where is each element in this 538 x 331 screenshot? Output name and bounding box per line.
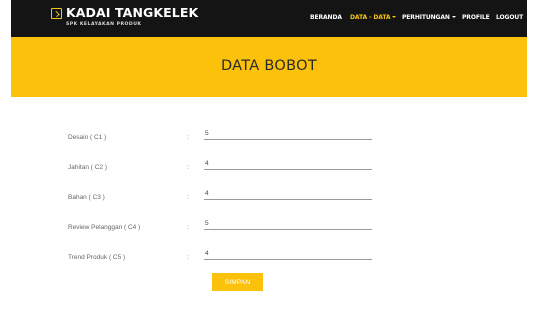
nav-perhitungan-label: PERHITUNGAN bbox=[402, 14, 450, 21]
nav-logout[interactable]: LOGOUT bbox=[496, 14, 523, 21]
nav-profile[interactable]: PROFILE bbox=[462, 14, 490, 21]
field-colon: : bbox=[187, 164, 189, 171]
field-label: Jahitan ( C2 ) bbox=[68, 164, 108, 171]
form-row-c4: Review Pelanggan ( C4 ) : bbox=[0, 217, 538, 247]
review-pelanggan-input[interactable] bbox=[204, 217, 372, 230]
field-colon: : bbox=[187, 254, 189, 261]
nav-data-data[interactable]: DATA - DATA bbox=[350, 14, 397, 21]
field-label: Trend Produk ( C5 ) bbox=[68, 254, 126, 261]
page-banner: DATA BOBOT bbox=[11, 37, 527, 97]
page-title: DATA BOBOT bbox=[220, 58, 318, 74]
field-label: Bahan ( C3 ) bbox=[68, 194, 105, 201]
nav-data-data-label: DATA - DATA bbox=[350, 14, 391, 21]
chevron-down-icon bbox=[392, 15, 397, 18]
trend-produk-input[interactable] bbox=[204, 247, 372, 260]
nav-beranda[interactable]: BERANDA bbox=[310, 14, 342, 21]
simpan-button[interactable]: SIMPAN bbox=[212, 273, 263, 291]
desain-input[interactable] bbox=[204, 127, 372, 140]
bahan-input[interactable] bbox=[204, 187, 372, 200]
nav-perhitungan[interactable]: PERHITUNGAN bbox=[402, 14, 456, 21]
form-row-c1: Desain ( C1 ) : bbox=[0, 127, 538, 157]
chevron-down-icon bbox=[451, 15, 456, 18]
field-label: Review Pelanggan ( C4 ) bbox=[68, 224, 141, 231]
top-navbar: KADAI TANGKELEK SPK KELAYAKAN PRODUK BER… bbox=[11, 0, 527, 37]
field-colon: : bbox=[187, 134, 189, 141]
field-colon: : bbox=[187, 224, 189, 231]
page: KADAI TANGKELEK SPK KELAYAKAN PRODUK BER… bbox=[0, 0, 538, 331]
field-label: Desain ( C1 ) bbox=[68, 134, 107, 141]
form-row-c5: Trend Produk ( C5 ) : bbox=[0, 247, 538, 277]
jahitan-input[interactable] bbox=[204, 157, 372, 170]
main-nav: BERANDA DATA - DATA PERHITUNGAN PROFILE … bbox=[11, 14, 527, 24]
field-colon: : bbox=[187, 194, 189, 201]
form-row-c2: Jahitan ( C2 ) : bbox=[0, 157, 538, 187]
form-row-c3: Bahan ( C3 ) : bbox=[0, 187, 538, 217]
